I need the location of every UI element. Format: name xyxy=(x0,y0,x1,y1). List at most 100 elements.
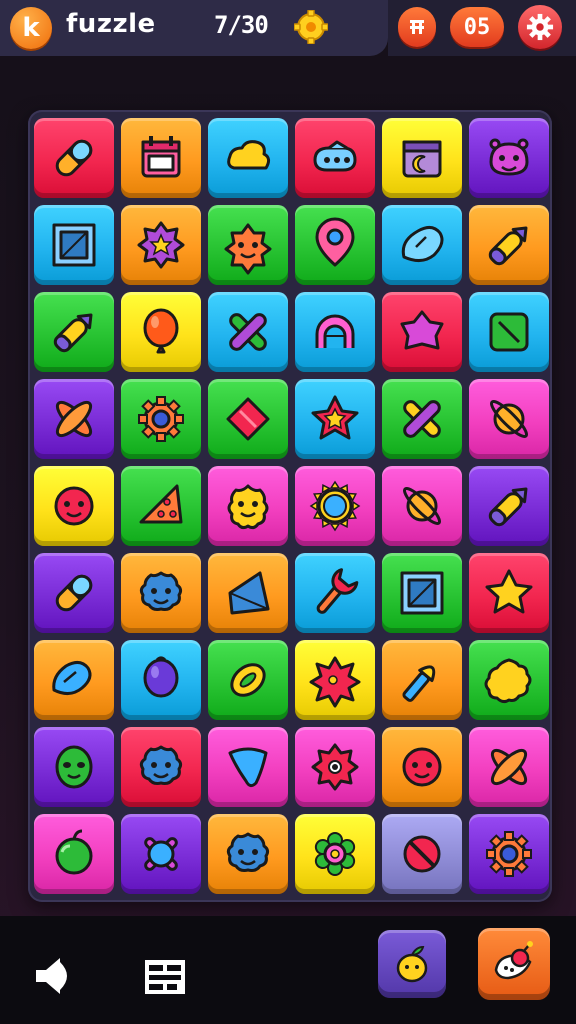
eye-red-icon xyxy=(311,743,359,791)
pin-icon xyxy=(315,217,355,267)
grid-icon xyxy=(410,20,424,34)
tile-face-blue[interactable] xyxy=(208,814,288,894)
leaf-square-icon xyxy=(489,312,529,352)
balloon-icon xyxy=(143,308,179,354)
frame-icon xyxy=(400,571,444,615)
face-blue-icon xyxy=(226,832,270,872)
tile-pizza[interactable] xyxy=(121,466,201,546)
tile-balloon-purple[interactable] xyxy=(121,640,201,720)
pen-icon xyxy=(53,313,93,353)
arch-icon xyxy=(315,314,355,348)
tile-eye-red[interactable] xyxy=(295,727,375,807)
app-title: fuzzle xyxy=(66,9,156,39)
tile-gear-flower[interactable] xyxy=(295,814,375,894)
tile-face-smile[interactable] xyxy=(208,466,288,546)
cross-ring-icon xyxy=(403,400,441,438)
burst-icon xyxy=(144,837,178,871)
bomb-powerup-button[interactable] xyxy=(478,928,550,1000)
tile-camera[interactable] xyxy=(295,118,375,198)
tile-gear[interactable] xyxy=(469,814,549,894)
tile-pill[interactable] xyxy=(34,553,114,633)
star-blob-icon xyxy=(400,310,444,350)
gear-icon xyxy=(486,831,532,877)
tile-pin[interactable] xyxy=(295,205,375,285)
app-logo: k xyxy=(10,7,52,49)
tile-face-cookie[interactable] xyxy=(208,205,288,285)
tile-drop[interactable] xyxy=(208,727,288,807)
top-bar: k fuzzle 7/30 05 xyxy=(0,0,576,56)
tile-face-blue[interactable] xyxy=(121,553,201,633)
tile-wrench[interactable] xyxy=(295,553,375,633)
tile-pen[interactable] xyxy=(469,205,549,285)
face-alien-icon xyxy=(55,745,93,789)
tile-cross-leaves[interactable] xyxy=(34,379,114,459)
gear-flower-icon xyxy=(314,832,356,876)
cross-sticks-icon xyxy=(229,313,267,351)
diamond-red-icon xyxy=(226,397,270,441)
tile-cross-sticks[interactable] xyxy=(208,292,288,372)
tile-apple[interactable] xyxy=(34,814,114,894)
tile-face-blue[interactable] xyxy=(121,727,201,807)
tile-splat[interactable] xyxy=(295,640,375,720)
tile-cloud[interactable] xyxy=(208,118,288,198)
cookie-icon xyxy=(484,658,532,704)
settings-button[interactable] xyxy=(518,5,562,49)
pill-icon xyxy=(55,139,93,177)
tile-ring[interactable] xyxy=(208,640,288,720)
tile-star-badge[interactable] xyxy=(121,205,201,285)
tile-star-yellow[interactable] xyxy=(469,553,549,633)
tile-balloon[interactable] xyxy=(121,292,201,372)
tile-star-red[interactable] xyxy=(295,379,375,459)
top-bar-panel xyxy=(0,0,388,56)
tile-gear[interactable] xyxy=(121,379,201,459)
tile-blob[interactable] xyxy=(382,205,462,285)
tile-cross-ring[interactable] xyxy=(382,379,462,459)
tile-diamond-blue[interactable] xyxy=(208,553,288,633)
grid-menu-icon[interactable] xyxy=(140,952,190,1002)
tile-face-monster[interactable] xyxy=(469,118,549,198)
grid-button[interactable] xyxy=(398,7,436,47)
face-red-icon xyxy=(402,747,442,787)
tile-face-red[interactable] xyxy=(382,727,462,807)
tile-face-red[interactable] xyxy=(34,466,114,546)
face-monster-icon xyxy=(489,138,529,176)
tile-sun[interactable] xyxy=(295,466,375,546)
tile-cross-leaves[interactable] xyxy=(469,727,549,807)
hint-powerup-button[interactable] xyxy=(378,930,446,998)
tile-frame[interactable] xyxy=(34,205,114,285)
pen-icon xyxy=(488,226,528,266)
face-cookie-icon xyxy=(224,223,272,275)
speaker-icon[interactable] xyxy=(30,952,78,1000)
diamond-blue-icon xyxy=(228,571,270,615)
cloud-icon xyxy=(227,140,271,170)
moves-value: 05 xyxy=(463,14,491,40)
blob-blue-icon xyxy=(52,661,92,695)
logo-letter: k xyxy=(22,13,40,43)
tile-calendar-moon[interactable] xyxy=(382,118,462,198)
tile-star-blob[interactable] xyxy=(382,292,462,372)
tile-leaf-square[interactable] xyxy=(469,292,549,372)
tile-no-sign[interactable] xyxy=(382,814,462,894)
tile-frame[interactable] xyxy=(382,553,462,633)
tile-cookie[interactable] xyxy=(469,640,549,720)
tile-saturn[interactable] xyxy=(382,466,462,546)
tile-diamond-red[interactable] xyxy=(208,379,288,459)
tile-pill[interactable] xyxy=(34,118,114,198)
ring-icon xyxy=(230,663,266,697)
tile-arch[interactable] xyxy=(295,292,375,372)
tile-pen[interactable] xyxy=(34,292,114,372)
tile-burst[interactable] xyxy=(121,814,201,894)
pen-icon xyxy=(488,487,528,527)
tile-calendar[interactable] xyxy=(121,118,201,198)
cross-leaves-icon xyxy=(490,748,528,786)
star-badge-icon xyxy=(137,221,185,269)
tile-face-alien[interactable] xyxy=(34,727,114,807)
tile-blob-blue[interactable] xyxy=(34,640,114,720)
apple-icon xyxy=(55,829,93,875)
tile-saturn[interactable] xyxy=(469,379,549,459)
gear-coin-icon xyxy=(294,10,328,44)
balloon-purple-icon xyxy=(143,656,179,698)
face-blue-icon xyxy=(139,745,183,785)
tile-pen[interactable] xyxy=(469,466,549,546)
tile-brush[interactable] xyxy=(382,640,462,720)
